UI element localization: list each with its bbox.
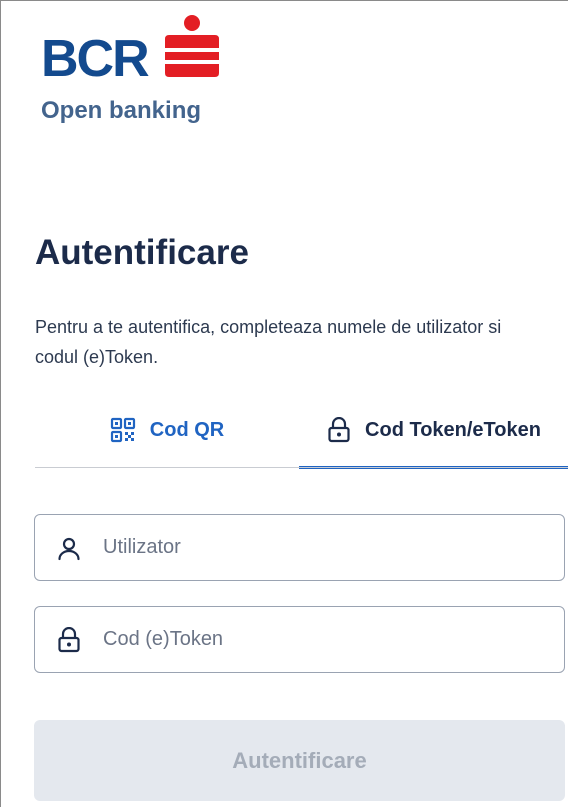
- lock-icon: [328, 417, 350, 443]
- tab-qr-label: Cod QR: [149, 418, 225, 441]
- tabs-divider: [35, 467, 568, 468]
- auth-method-tabs: Cod QR Cod Token/eToken: [35, 393, 568, 469]
- username-field[interactable]: [34, 514, 565, 581]
- bcr-mark-icon: [165, 15, 219, 77]
- token-input[interactable]: [103, 619, 564, 660]
- logo-wordmark: BCR: [41, 30, 150, 88]
- logo-subtitle: Open banking: [41, 97, 202, 124]
- page-title: Autentificare: [35, 233, 249, 272]
- tab-qr-code[interactable]: Cod QR: [35, 393, 299, 467]
- bcr-logo: BCR Open banking: [41, 15, 231, 125]
- lock-icon: [55, 626, 83, 654]
- login-page: BCR Open banking Autentificare Pentru a …: [0, 0, 568, 807]
- tab-token-label: Cod Token/eToken: [365, 418, 541, 441]
- tab-token[interactable]: Cod Token/eToken: [299, 393, 568, 469]
- login-submit-button[interactable]: Autentificare: [34, 720, 565, 801]
- user-icon: [55, 534, 83, 562]
- username-input[interactable]: [103, 527, 564, 568]
- page-description: Pentru a te autentifica, completeaza num…: [35, 317, 502, 367]
- qr-code-icon: [110, 417, 135, 443]
- token-field[interactable]: [34, 606, 565, 673]
